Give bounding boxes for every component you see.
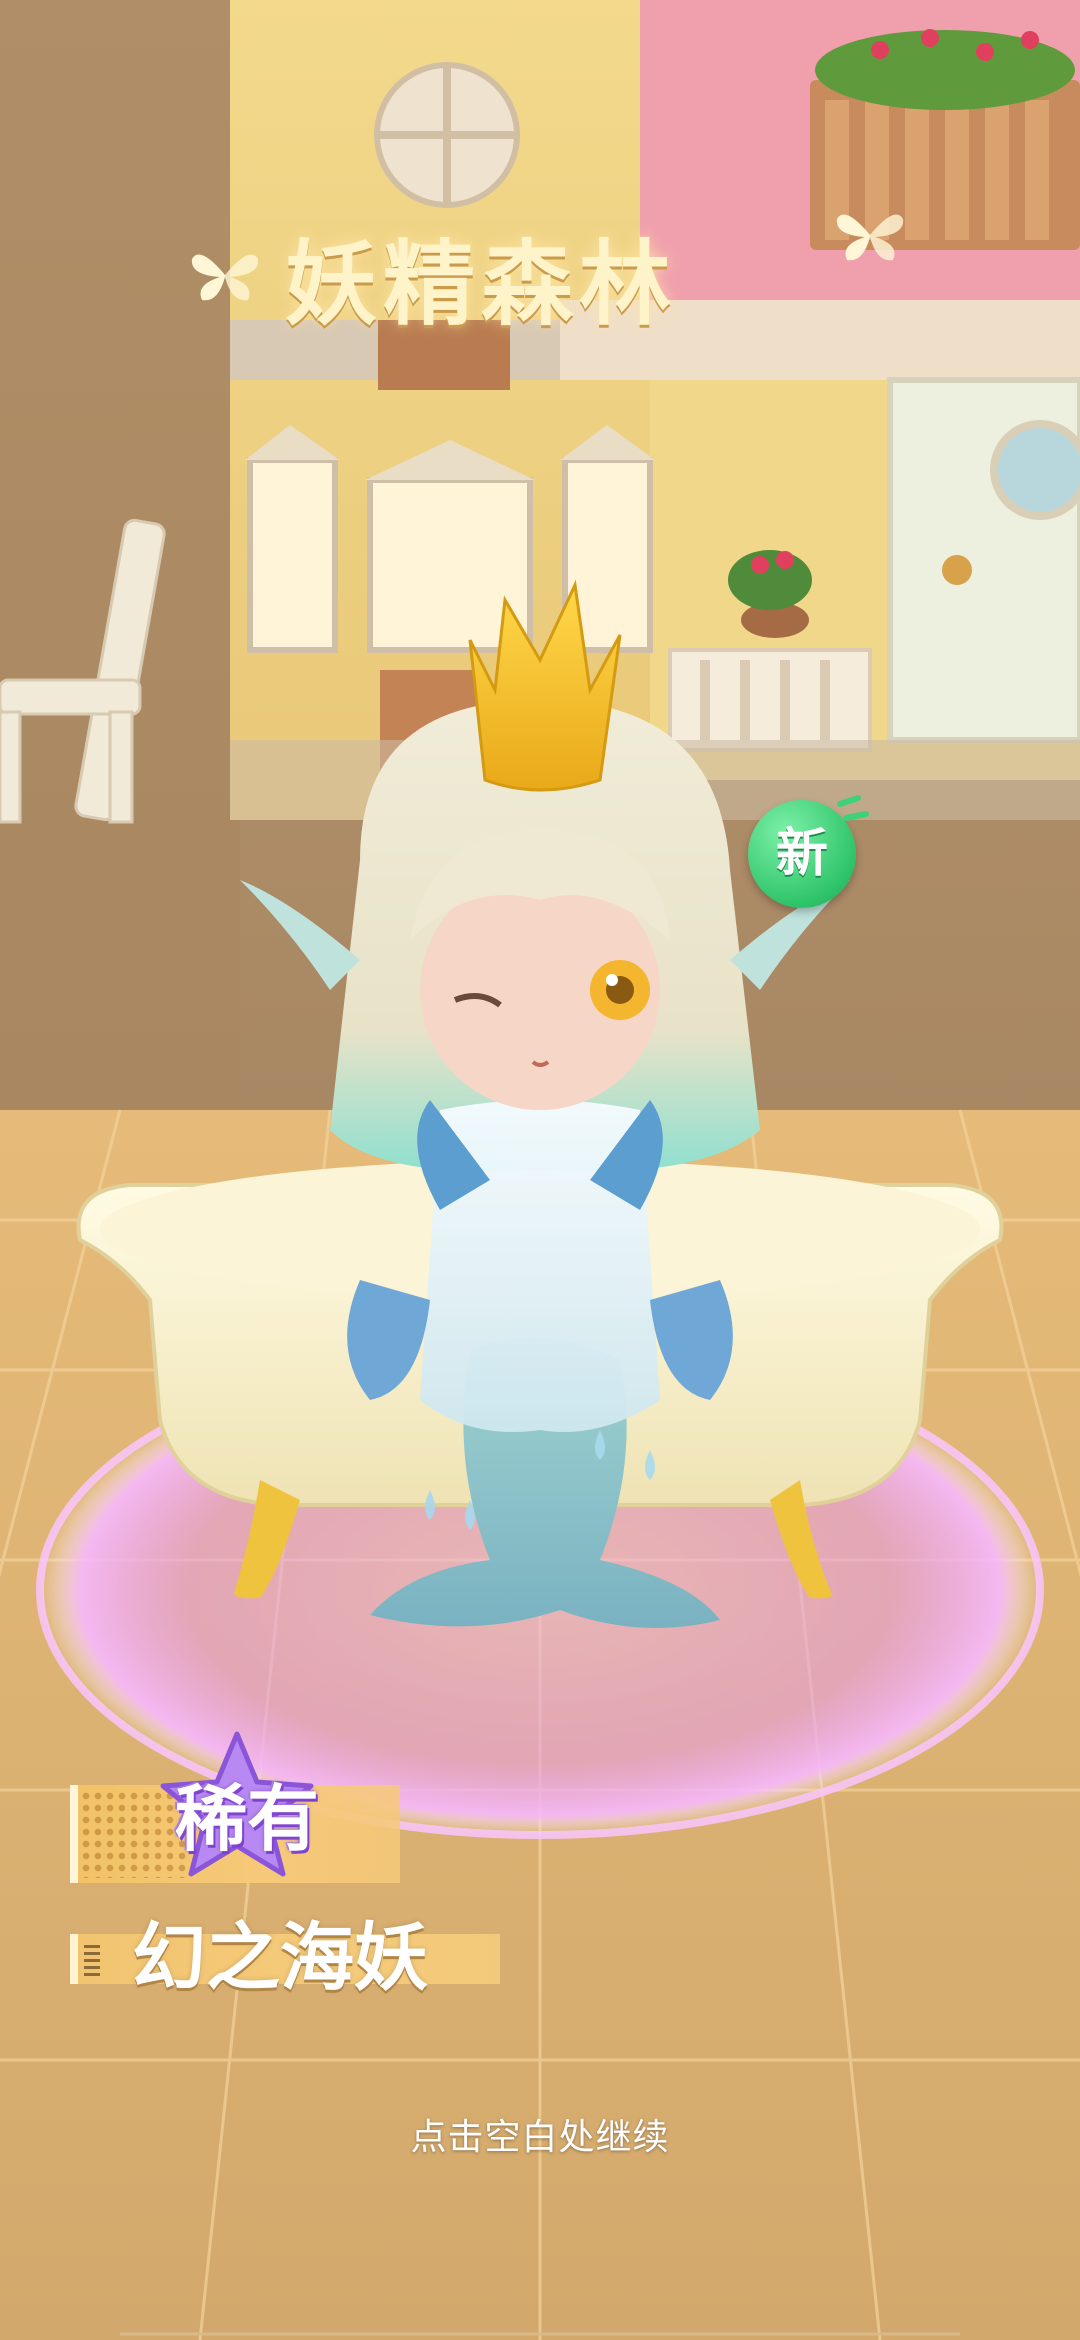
butterfly-icon	[191, 254, 259, 301]
character-name: 幻之海妖	[132, 1915, 428, 2001]
home-indicator[interactable]	[0, 2328, 1080, 2340]
new-badge: 新	[748, 794, 872, 918]
location-title-text: 妖精森林	[285, 231, 678, 338]
rarity-label: 稀有	[174, 1777, 319, 1861]
continue-hint[interactable]: 点击空白处继续	[0, 2108, 1080, 2160]
rarity-bar-edge	[70, 1785, 78, 1883]
reveal-screen[interactable]: 妖精森林 新 稀有 幻之海妖 点击空白处继续	[0, 0, 1080, 2340]
butterfly-icon	[836, 214, 904, 261]
location-title: 妖精森林	[190, 205, 904, 338]
character-name-tag: 幻之海妖	[70, 1898, 510, 2008]
rarity-tag: 稀有	[70, 1730, 410, 1883]
character-name-bar-mark	[84, 1942, 100, 1976]
sparkle-icon	[837, 795, 869, 821]
character-name-bar-edge	[70, 1934, 78, 1984]
